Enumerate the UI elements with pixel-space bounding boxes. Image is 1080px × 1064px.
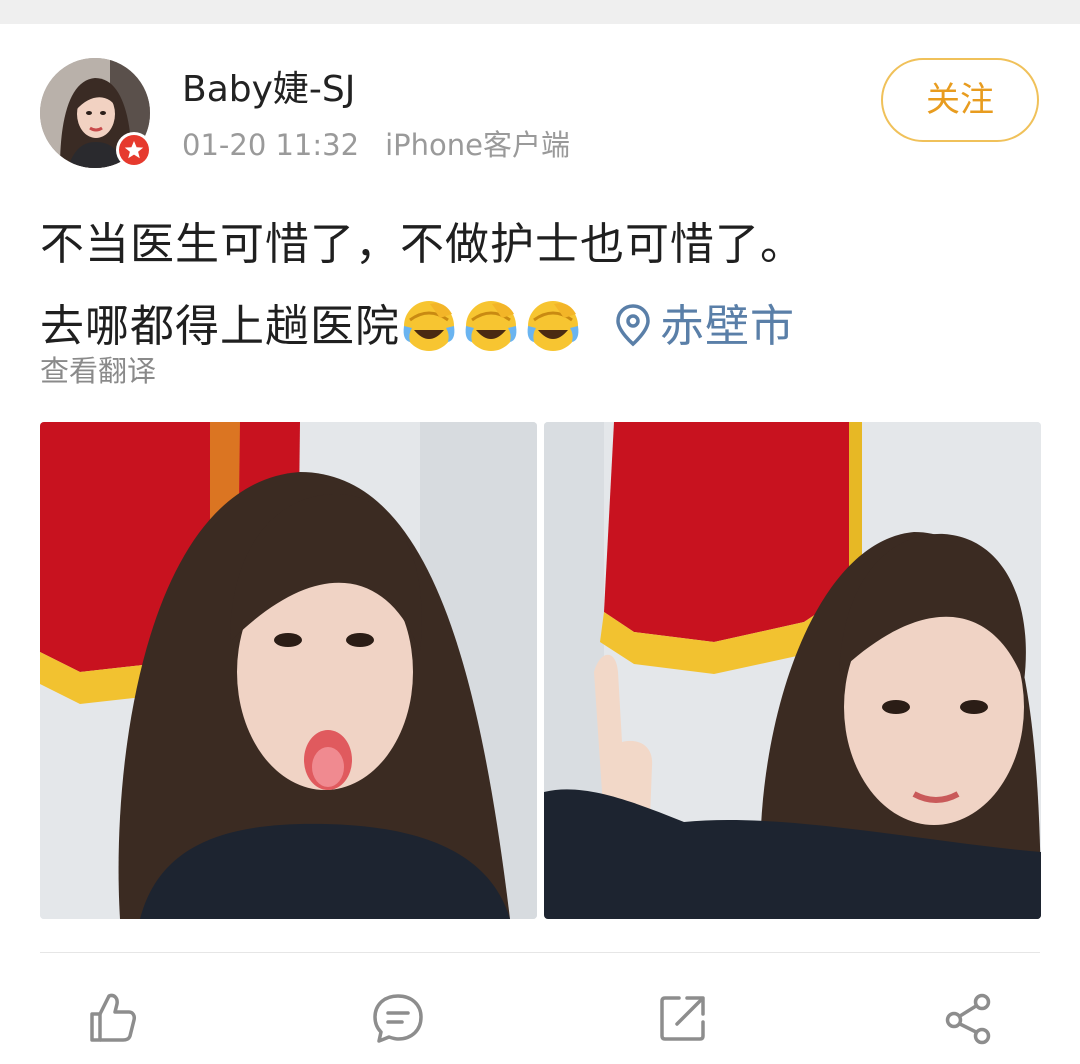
translate-link[interactable]: 查看翻译 [40, 352, 156, 390]
forward-icon [660, 996, 705, 1041]
username[interactable]: Baby婕-SJ [182, 68, 355, 112]
post-time: 01-20 11:32 [182, 128, 360, 162]
share-button[interactable] [940, 990, 996, 1046]
top-gap [0, 0, 1080, 24]
post-text-line-2-container: 去哪都得上趟医院 赤壁市 [40, 286, 1040, 368]
post-text-line-1: 不当医生可惜了，不做护士也可惜了。 [40, 219, 805, 270]
comment-icon [373, 994, 423, 1043]
post-meta: 01-20 11:32 iPhone客户端 [182, 126, 570, 164]
location-label: 赤壁市 [660, 301, 795, 352]
photo-selfie-thumb [544, 422, 1041, 919]
laughing-crying-emoji-icon [403, 301, 455, 351]
laughing-crying-emoji-icon [465, 301, 517, 351]
post-source: iPhone客户端 [385, 128, 570, 162]
comment-button[interactable] [370, 990, 426, 1046]
like-button[interactable] [84, 990, 140, 1046]
star-icon [124, 141, 144, 159]
post-image-1[interactable] [40, 422, 537, 919]
location-link[interactable]: 赤壁市 [614, 286, 795, 368]
laughing-crying-emoji-icon [527, 301, 579, 351]
follow-button[interactable]: 关注 [881, 58, 1039, 142]
verified-badge [116, 132, 152, 168]
post-image-2[interactable] [544, 422, 1041, 919]
post-text-line-2: 去哪都得上趟医院 [40, 301, 400, 352]
share-icon [945, 993, 991, 1045]
forward-button[interactable] [655, 990, 711, 1046]
location-pin-icon [616, 304, 650, 347]
thumbs-up-icon [90, 993, 136, 1042]
photo-selfie-tongue [40, 422, 537, 919]
divider [40, 952, 1040, 953]
weibo-post-card: Baby婕-SJ 01-20 11:32 iPhone客户端 关注 不当医生可惜了… [0, 24, 1080, 1064]
post-text: 不当医生可惜了，不做护士也可惜了。 去哪都得上趟医院 赤壁市 [40, 204, 1040, 368]
